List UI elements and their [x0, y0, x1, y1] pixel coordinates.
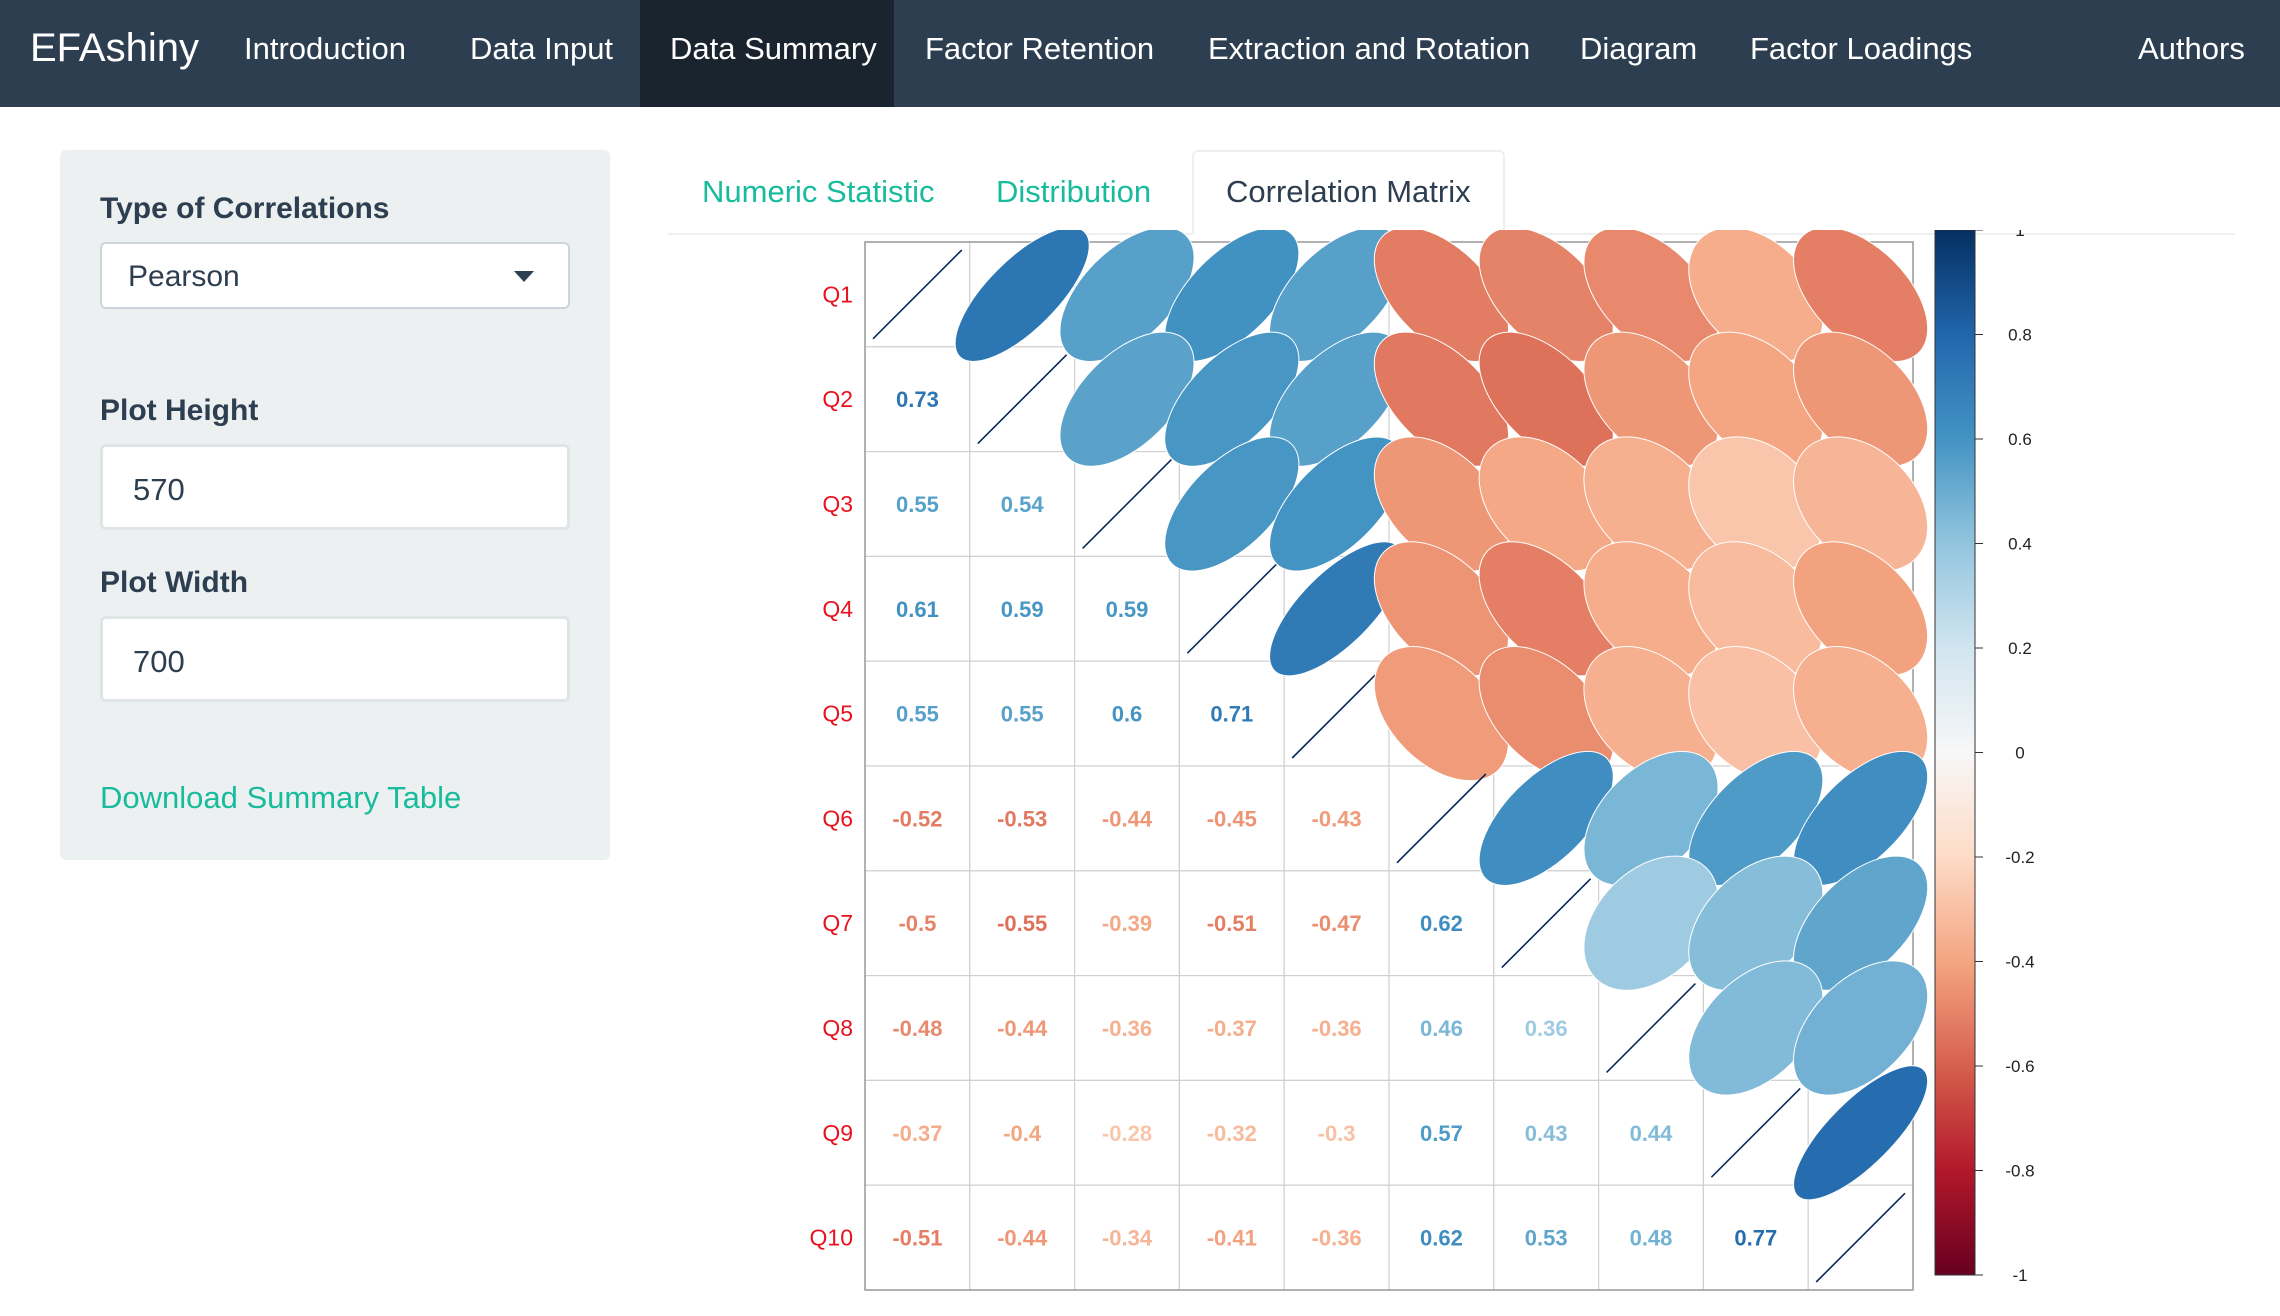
nav-diagram[interactable]: Diagram [1550, 0, 1727, 107]
correlation-value: 0.59 [1001, 597, 1044, 622]
correlation-value: -0.32 [1207, 1121, 1257, 1146]
colorbar-tick-label: 0.4 [2008, 535, 2032, 554]
correlation-value: 0.62 [1420, 911, 1463, 936]
correlation-value: 0.57 [1420, 1121, 1463, 1146]
nav-data-input[interactable]: Data Input [440, 0, 643, 107]
colorbar-tick-label: -0.2 [2005, 848, 2034, 867]
row-label: Q6 [822, 805, 853, 831]
correlation-value: -0.44 [997, 1226, 1048, 1251]
nav-introduction[interactable]: Introduction [214, 0, 436, 107]
navbar: EFAshiny Introduction Data Input Data Su… [0, 0, 2280, 107]
row-label: Q1 [822, 281, 853, 307]
nav-factor-loadings[interactable]: Factor Loadings [1720, 0, 2002, 107]
plot-width-input[interactable]: 700 [100, 616, 570, 702]
caret-down-icon [514, 271, 534, 282]
correlation-value: -0.52 [892, 806, 942, 831]
colorbar-tick-label: 1 [2015, 230, 2024, 240]
correlation-value: -0.41 [1207, 1226, 1257, 1251]
row-label: Q3 [822, 491, 853, 517]
correlation-value: 0.53 [1525, 1226, 1568, 1251]
correlation-value: -0.28 [1102, 1121, 1152, 1146]
nav-factor-retention[interactable]: Factor Retention [895, 0, 1184, 107]
colorbar-tick-label: 0.8 [2008, 326, 2032, 345]
brand-title[interactable]: EFAshiny [30, 0, 199, 107]
correlation-value: -0.55 [997, 911, 1047, 936]
row-label: Q9 [822, 1120, 853, 1146]
correlation-value: 0.54 [1001, 492, 1045, 517]
correlation-value: -0.47 [1312, 911, 1362, 936]
correlation-value: 0.44 [1630, 1121, 1674, 1146]
correlation-value: -0.43 [1312, 806, 1362, 831]
correlation-value: -0.3 [1318, 1121, 1356, 1146]
tab-distribution[interactable]: Distribution [964, 150, 1183, 235]
correlation-value: -0.48 [892, 1016, 942, 1041]
correlation-matrix-plot: Q1Q2Q3Q4Q5Q6Q7Q8Q9Q100.730.55 0.540.61 0.5… [810, 230, 2035, 1291]
correlation-value: 0.36 [1525, 1016, 1568, 1041]
correlation-value: -0.34 [1102, 1226, 1153, 1251]
correlation-value: 0.59 [1106, 597, 1149, 622]
colorbar-tick-label: 0.2 [2008, 639, 2032, 658]
nav-data-summary[interactable]: Data Summary [640, 0, 894, 107]
correlation-value: -0.51 [1207, 911, 1257, 936]
nav-authors[interactable]: Authors [2108, 0, 2275, 107]
colorbar [1934, 230, 1976, 1276]
correlation-value: 0.62 [1420, 1226, 1463, 1251]
sidebar-panel: Type of Correlations Pearson Plot Height… [60, 150, 610, 860]
correlation-value: 0.55 [1001, 702, 1044, 727]
colorbar-tick-label: -1 [2012, 1266, 2027, 1285]
row-label: Q8 [822, 1015, 853, 1041]
row-label: Q5 [822, 701, 853, 727]
plot-width-value: 700 [133, 644, 185, 679]
correlation-value: 0.61 [896, 597, 939, 622]
correlation-value: 0.73 [896, 387, 939, 412]
row-label: Q10 [810, 1225, 853, 1251]
correlation-type-label: Type of Correlations [100, 192, 390, 225]
colorbar-tick-label: -0.8 [2005, 1162, 2034, 1181]
plot-width-label: Plot Width [100, 566, 249, 599]
colorbar-tick-label: -0.6 [2005, 1057, 2034, 1076]
colorbar-tick-label: 0.6 [2008, 430, 2032, 449]
correlation-value: -0.44 [997, 1016, 1048, 1041]
correlation-value: -0.37 [892, 1121, 942, 1146]
row-label: Q4 [822, 596, 853, 622]
plot-height-input[interactable]: 570 [100, 444, 570, 530]
correlation-value: -0.37 [1207, 1016, 1257, 1041]
correlation-value: -0.53 [997, 806, 1047, 831]
row-label: Q7 [822, 910, 853, 936]
correlation-type-select[interactable]: Pearson [100, 242, 570, 309]
correlation-value: -0.4 [1003, 1121, 1042, 1146]
correlation-value: 0.55 [896, 702, 939, 727]
correlation-value: -0.44 [1102, 806, 1153, 831]
colorbar-tick-label: -0.4 [2005, 953, 2034, 972]
plot-height-value: 570 [133, 472, 185, 507]
correlation-value: -0.39 [1102, 911, 1152, 936]
correlation-value: 0.43 [1525, 1121, 1568, 1146]
correlation-value: 0.46 [1420, 1016, 1463, 1041]
correlation-value: -0.36 [1312, 1016, 1362, 1041]
correlation-value: -0.36 [1312, 1226, 1362, 1251]
correlation-type-value: Pearson [128, 260, 240, 293]
correlation-value: 0.48 [1630, 1226, 1673, 1251]
correlation-value: -0.36 [1102, 1016, 1152, 1041]
correlation-value: 0.71 [1210, 702, 1253, 727]
correlation-value: -0.5 [898, 911, 936, 936]
plot-height-label: Plot Height [100, 394, 259, 427]
nav-extraction-rotation[interactable]: Extraction and Rotation [1178, 0, 1560, 107]
correlation-value: 0.77 [1734, 1226, 1777, 1251]
correlation-value: -0.45 [1207, 806, 1257, 831]
row-label: Q2 [822, 386, 853, 412]
colorbar-tick-label: 0 [2015, 744, 2024, 763]
tab-correlation-matrix[interactable]: Correlation Matrix [1192, 150, 1505, 235]
correlation-value: -0.51 [892, 1226, 942, 1251]
tab-numeric-statistic[interactable]: Numeric Statistic [670, 150, 967, 235]
download-summary-link[interactable]: Download Summary Table [100, 780, 461, 816]
correlation-value: 0.55 [896, 492, 939, 517]
correlation-value: 0.6 [1112, 702, 1143, 727]
